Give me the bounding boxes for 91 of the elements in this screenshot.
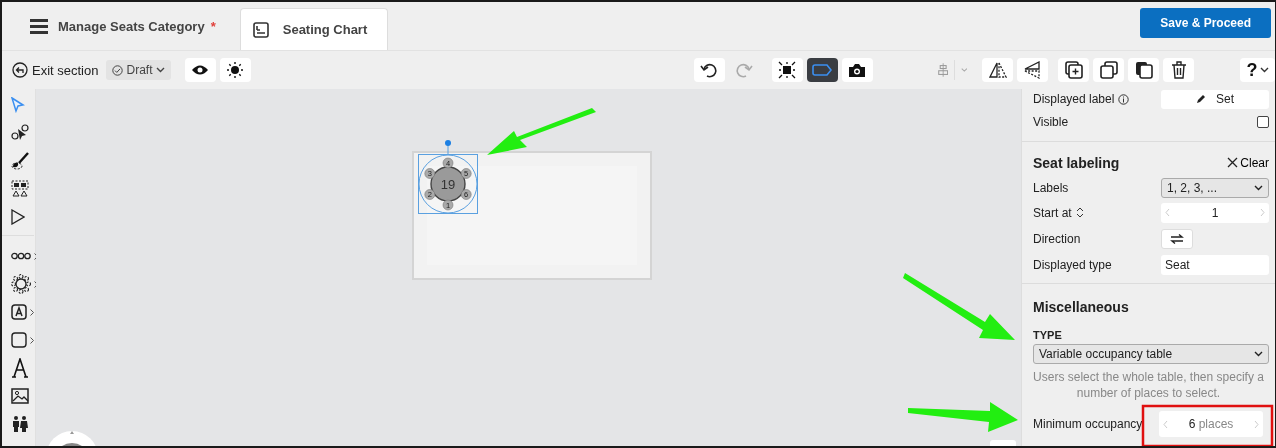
tool-button[interactable] <box>771 58 803 82</box>
field-label: Labels <box>1033 180 1069 195</box>
camera-icon <box>848 62 866 78</box>
set-button[interactable]: Set <box>1161 89 1269 109</box>
tag-icon <box>812 64 832 76</box>
seat-cursor-icon <box>11 124 29 142</box>
chevron-right-icon <box>30 308 34 316</box>
field-label: Visible <box>1033 115 1069 129</box>
help-text: Users select the whole table, then specify a number of places to select. <box>1032 369 1265 401</box>
question-mark-icon: ? <box>1246 59 1258 81</box>
visible-checkbox[interactable] <box>1257 116 1269 128</box>
tool-button[interactable] <box>1128 58 1160 82</box>
copy-icon <box>1099 61 1118 79</box>
chevron-down-icon <box>1254 184 1263 191</box>
help-button[interactable]: ? <box>1240 58 1275 82</box>
clear-button[interactable]: Clear <box>1227 155 1269 170</box>
trash-icon <box>1170 61 1187 79</box>
chevron-down-icon <box>1254 351 1263 357</box>
text-box-icon <box>11 304 27 320</box>
chevron-down-icon <box>960 67 968 73</box>
square-icon <box>11 332 27 348</box>
flip-horizontal-icon <box>988 61 1007 79</box>
focus-icon <box>778 61 796 79</box>
image-icon <box>11 388 29 404</box>
save-button[interactable]: Save & Proceed <box>1140 8 1271 38</box>
seat-group-icon <box>11 180 29 198</box>
direction-button[interactable] <box>1161 228 1193 249</box>
chevron-left-icon <box>1163 419 1168 429</box>
tool-button[interactable] <box>1093 58 1125 82</box>
type-select[interactable]: Variable occupancy table <box>1033 344 1269 364</box>
displayed-type-field[interactable]: Seat <box>1161 254 1269 275</box>
pointer-icon <box>11 209 25 225</box>
field-label: Start at <box>1033 205 1072 220</box>
tool-button[interactable] <box>982 58 1014 82</box>
round-table-icon <box>11 274 31 294</box>
info-icon <box>1118 93 1130 105</box>
selection-box[interactable] <box>418 154 478 214</box>
chart-icon <box>252 21 269 38</box>
align-icon <box>937 61 948 79</box>
tool-button[interactable] <box>1163 58 1195 82</box>
chevron-down-icon <box>155 67 165 73</box>
chevron-down-icon <box>1259 67 1269 73</box>
seat-row-icon <box>11 252 31 260</box>
redo-icon <box>735 61 753 79</box>
field-label: Displayed label <box>1033 92 1115 106</box>
selection-ring <box>418 154 478 214</box>
chevron-right-icon <box>34 280 38 288</box>
brush-icon <box>11 152 29 170</box>
field-label: Displayed type <box>1033 257 1112 272</box>
chevron-right-icon <box>30 336 34 344</box>
tool-button[interactable] <box>184 58 216 82</box>
sort-icon <box>1075 207 1084 218</box>
menu-icon <box>30 18 48 34</box>
tool-button[interactable] <box>219 58 251 82</box>
check-circle-icon <box>112 64 124 76</box>
minimum-occupancy-stepper[interactable]: 6 places <box>1159 411 1263 437</box>
field-label: Direction <box>1033 231 1081 246</box>
field-label: Minimum occupancy <box>1033 417 1143 431</box>
eye-icon <box>191 64 209 76</box>
tool-button[interactable] <box>1017 58 1049 82</box>
undo-icon <box>700 61 718 79</box>
field-label: TYPE <box>1033 329 1062 341</box>
tab[interactable]: Seating Chart <box>239 8 389 50</box>
people-icon <box>11 416 29 432</box>
chevron-right-icon <box>34 252 38 260</box>
back-circle-icon <box>12 62 28 78</box>
tool-button[interactable] <box>806 58 838 82</box>
pencil-icon <box>1196 94 1206 104</box>
close-icon <box>1227 157 1239 168</box>
exit-section-button[interactable]: Exit section <box>12 62 99 78</box>
letter-icon <box>11 358 29 378</box>
add-layer-icon <box>1064 61 1083 79</box>
zoom-dial[interactable] <box>46 431 98 446</box>
swap-icon <box>1170 233 1184 244</box>
start-at-stepper[interactable]: 1 <box>1161 202 1269 223</box>
tool-button[interactable] <box>841 58 873 82</box>
status-dropdown[interactable]: Draft <box>106 60 171 80</box>
section-title: Miscellaneous <box>1033 298 1129 315</box>
tool-button[interactable] <box>693 58 725 82</box>
labels-select[interactable]: 1, 2, 3, ... <box>1161 177 1269 198</box>
rotate-handle[interactable] <box>445 140 451 155</box>
flip-vertical-icon <box>1023 61 1042 79</box>
tool-button[interactable] <box>1058 58 1090 82</box>
paste-icon <box>1134 61 1153 79</box>
required-mark: * <box>210 18 216 34</box>
chevron-right-icon <box>1254 419 1259 429</box>
chevron-left-icon <box>1165 208 1170 217</box>
chevron-right-icon <box>1260 208 1265 217</box>
cursor-icon <box>11 97 25 113</box>
section-title: Seat labeling <box>1033 154 1120 171</box>
sun-icon <box>227 62 243 78</box>
